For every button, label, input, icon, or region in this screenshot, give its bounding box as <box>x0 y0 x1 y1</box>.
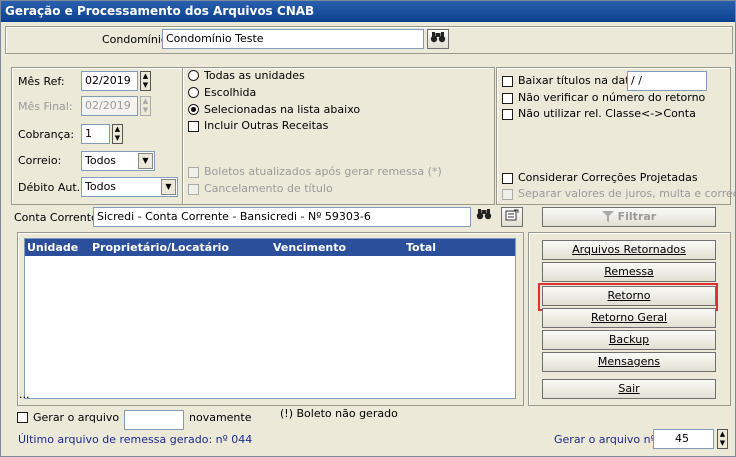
binoculars-icon <box>476 209 492 220</box>
cancelamento-checkbox[interactable] <box>188 184 199 195</box>
binoculars-icon <box>430 32 446 43</box>
cancelamento-label: Cancelamento de título <box>204 182 333 195</box>
mes-final-field[interactable]: 02/2019 <box>81 96 138 116</box>
gerar-arquivo-checkbox[interactable] <box>17 412 28 423</box>
col-proprietario[interactable]: Proprietário/Locatário <box>92 239 229 256</box>
incluir-checkbox[interactable] <box>188 121 199 132</box>
arquivos-retornados-button[interactable]: Arquivos Retornados <box>542 240 716 260</box>
boleto-nota: (!) Boleto não gerado <box>280 407 398 420</box>
debito-label: Débito Aut.: <box>18 181 84 194</box>
separar-label: Separar valores de juros, multa e correç… <box>518 187 736 200</box>
filtrar-button[interactable]: Filtrar <box>542 207 716 227</box>
filtrar-label: Filtrar <box>617 210 657 223</box>
debito-value: Todos <box>85 180 117 193</box>
mensagens-label: Mensagens <box>597 355 661 368</box>
backup-label: Backup <box>608 333 650 346</box>
col-vencimento[interactable]: Vencimento <box>273 239 346 256</box>
cobranca-stepper[interactable]: ▲ ▼ <box>112 124 123 144</box>
remessa-button[interactable]: Remessa <box>542 262 716 282</box>
conta-field[interactable]: Sicredi - Conta Corrente - Bansicredi - … <box>93 207 471 227</box>
gerar-numero-label: Gerar o arquivo nº: <box>554 433 660 446</box>
radio-selecionadas[interactable] <box>188 104 199 115</box>
main-window: Geração e Processamento dos Arquivos CNA… <box>0 0 736 457</box>
mes-ref-label: Mês Ref: <box>18 75 65 88</box>
gerar-arquivo-label: Gerar o arquivo <box>33 411 120 424</box>
list-header: Unidade Proprietário/Locatário Venciment… <box>25 239 515 256</box>
mensagens-button[interactable]: Mensagens <box>542 352 716 372</box>
correio-label: Correio: <box>18 154 62 167</box>
nao-utilizar-label: Não utilizar rel. Classe<->Conta <box>518 107 696 120</box>
selecionadas-label: Selecionadas na lista abaixo <box>204 103 361 116</box>
sair-label: Sair <box>618 382 640 395</box>
cobranca-label: Cobrança: <box>18 128 75 141</box>
baixar-label: Baixar títulos na data: <box>518 74 640 87</box>
mes-ref-stepper[interactable]: ▲ ▼ <box>140 71 151 91</box>
boletos-label: Boletos atualizados após gerar remessa (… <box>204 165 442 178</box>
units-list[interactable]: Unidade Proprietário/Locatário Venciment… <box>24 238 516 399</box>
cobranca-field[interactable]: 1 <box>81 124 110 144</box>
list-footer: ... <box>19 388 30 401</box>
funnel-icon <box>601 211 614 222</box>
col-unidade[interactable]: Unidade <box>27 239 78 256</box>
separar-checkbox[interactable] <box>502 189 513 200</box>
backup-button[interactable]: Backup <box>542 330 716 350</box>
correio-value: Todos <box>85 154 117 167</box>
escolhida-label: Escolhida <box>204 86 257 99</box>
col-total[interactable]: Total <box>406 239 436 256</box>
gerar-arquivo-field[interactable] <box>124 410 184 430</box>
novamente-label: novamente <box>189 411 252 424</box>
incluir-label: Incluir Outras Receitas <box>204 119 329 132</box>
conta-label: Conta Corrente: <box>14 211 102 224</box>
boletos-checkbox[interactable] <box>188 167 199 178</box>
arquivos-retornados-label: Arquivos Retornados <box>572 243 686 256</box>
considerar-label: Considerar Correções Projetadas <box>518 171 698 184</box>
edit-account-button[interactable] <box>501 207 523 227</box>
edit-icon <box>505 209 519 221</box>
mes-ref-field[interactable]: 02/2019 <box>81 71 138 91</box>
gerar-numero-field[interactable]: 45 <box>653 429 714 449</box>
condominio-field[interactable]: Condomínio Teste <box>162 29 424 49</box>
nao-utilizar-checkbox[interactable] <box>502 109 513 120</box>
todas-label: Todas as unidades <box>204 69 305 82</box>
gerar-numero-stepper[interactable]: ▲ ▼ <box>717 429 728 449</box>
radio-escolhida[interactable] <box>188 87 199 98</box>
correio-dropdown-icon[interactable]: ▼ <box>138 153 153 169</box>
radio-todas[interactable] <box>188 70 199 81</box>
remessa-label: Remessa <box>604 265 654 278</box>
nao-verificar-label: Não verificar o número do retorno <box>518 91 706 104</box>
correio-select[interactable]: Todos ▼ <box>81 151 155 171</box>
retorno-highlight <box>538 283 718 311</box>
sair-button[interactable]: Sair <box>542 379 716 399</box>
mes-final-stepper[interactable]: ▲ ▼ <box>140 96 151 116</box>
ultimo-arquivo-text: Último arquivo de remessa gerado: nº 044 <box>18 433 253 446</box>
condominio-search-button[interactable] <box>427 29 449 49</box>
considerar-checkbox[interactable] <box>502 173 513 184</box>
conta-search-button[interactable] <box>473 207 495 227</box>
debito-select[interactable]: Todos ▼ <box>81 177 178 197</box>
retorno-geral-label: Retorno Geral <box>590 311 668 324</box>
condominio-label: Condomínio: <box>102 33 172 46</box>
baixar-checkbox[interactable] <box>502 76 513 87</box>
mes-final-label: Mês Final: <box>18 100 73 113</box>
debito-dropdown-icon[interactable]: ▼ <box>161 179 176 195</box>
retorno-geral-button[interactable]: Retorno Geral <box>542 308 716 328</box>
nao-verificar-checkbox[interactable] <box>502 93 513 104</box>
window-title: Geração e Processamento dos Arquivos CNA… <box>1 1 735 22</box>
baixar-date-field[interactable]: / / <box>627 71 707 91</box>
